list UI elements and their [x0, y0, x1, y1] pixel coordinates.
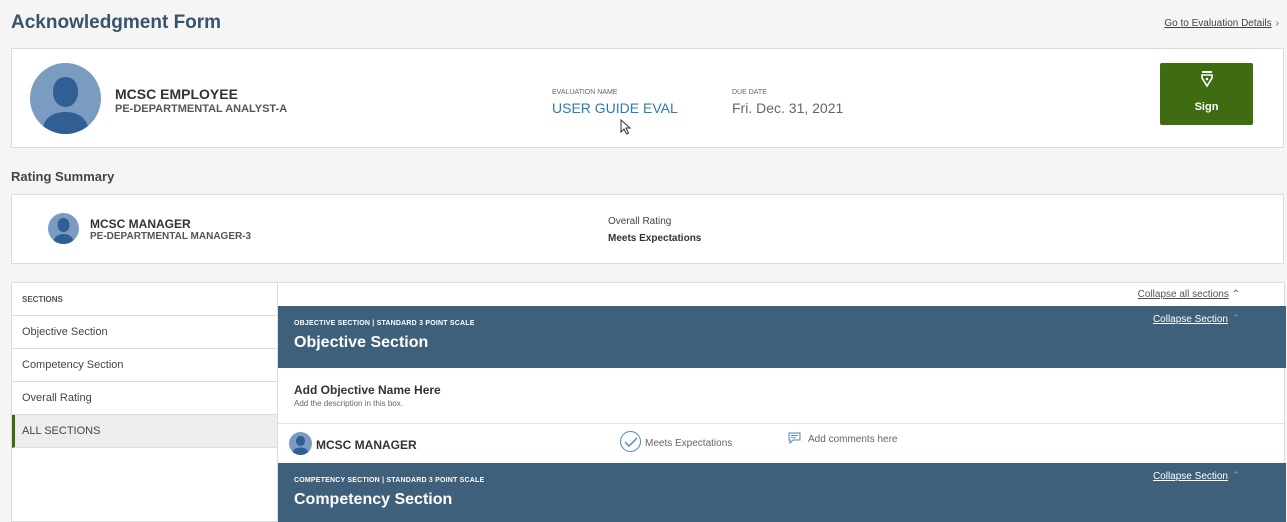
rater-avatar — [289, 432, 312, 455]
objective-rating-value: Meets Expectations — [645, 438, 733, 449]
person-icon — [42, 77, 89, 134]
collapse-all-sections-link[interactable]: Collapse all sections ⌃ — [1138, 289, 1240, 300]
collapse-competency-section-link[interactable]: Collapse Section — [1153, 471, 1228, 482]
competency-section-title: Competency Section — [294, 491, 453, 508]
objective-item-name: Add Objective Name Here — [294, 383, 441, 397]
divider — [278, 423, 1284, 424]
manager-title: PE-DEPARTMENTAL MANAGER-3 — [90, 231, 252, 242]
pen-nib-icon — [1160, 70, 1253, 93]
sign-button[interactable]: Sign — [1160, 63, 1253, 125]
sections-content: Collapse all sections ⌃ OBJECTIVE SECTIO… — [277, 282, 1286, 522]
overall-rating-value: Meets Expectations — [608, 233, 702, 244]
comment-icon — [788, 432, 801, 444]
mouse-cursor-icon — [620, 119, 632, 135]
sidebar-item-all-sections[interactable]: ALL SECTIONS — [12, 415, 277, 448]
overall-rating-label: Overall Rating — [608, 216, 672, 227]
sections-header: SECTIONS — [12, 283, 277, 316]
objective-section-subtitle: OBJECTIVE SECTION | STANDARD 3 POINT SCA… — [294, 320, 475, 327]
manager-name: MCSC MANAGER — [90, 217, 191, 231]
manager-avatar — [48, 213, 79, 244]
sidebar-item-objective-section[interactable]: Objective Section — [12, 316, 277, 349]
sign-label: Sign — [1194, 101, 1219, 113]
person-icon — [53, 218, 74, 244]
competency-section-subtitle: COMPETENCY SECTION | STANDARD 3 POINT SC… — [294, 477, 485, 484]
employee-card: MCSC EMPLOYEE PE-DEPARTMENTAL ANALYST-A … — [11, 48, 1284, 148]
objective-section-title: Objective Section — [294, 334, 429, 351]
sidebar-item-overall-rating[interactable]: Overall Rating — [12, 382, 277, 415]
due-date-value: Fri. Dec. 31, 2021 — [732, 100, 844, 116]
employee-name: MCSC EMPLOYEE — [115, 86, 238, 102]
chevron-up-icon: ⌃ — [1232, 313, 1240, 323]
chevron-up-icon: ⌃ — [1231, 289, 1240, 300]
rating-summary-card: MCSC MANAGER PE-DEPARTMENTAL MANAGER-3 O… — [11, 194, 1284, 264]
rater-name: MCSC MANAGER — [316, 438, 417, 452]
due-date-label: DUE DATE — [732, 89, 767, 96]
go-to-evaluation-details-link[interactable]: Go to Evaluation Details › — [1164, 18, 1279, 29]
rating-summary-heading: Rating Summary — [11, 169, 115, 184]
rating-check-icon[interactable] — [620, 431, 641, 452]
go-to-evaluation-details-label: Go to Evaluation Details — [1164, 18, 1272, 29]
chevron-up-icon: ⌃ — [1232, 470, 1240, 480]
collapse-all-label: Collapse all sections — [1137, 289, 1229, 300]
page-title: Acknowledgment Form — [11, 12, 222, 33]
competency-section-header: COMPETENCY SECTION | STANDARD 3 POINT SC… — [278, 463, 1286, 522]
person-icon — [292, 436, 309, 455]
sidebar-item-competency-section[interactable]: Competency Section — [12, 349, 277, 382]
employee-avatar — [30, 63, 101, 134]
collapse-objective-section-link[interactable]: Collapse Section — [1153, 314, 1228, 325]
evaluation-name-label: EVALUATION NAME — [552, 89, 618, 96]
add-comments-link[interactable]: Add comments here — [808, 434, 898, 445]
chevron-right-icon: › — [1275, 18, 1279, 29]
employee-title: PE-DEPARTMENTAL ANALYST-A — [115, 103, 288, 115]
objective-section-header: OBJECTIVE SECTION | STANDARD 3 POINT SCA… — [278, 306, 1286, 368]
sections-sidebar: SECTIONS Objective Section Competency Se… — [11, 282, 277, 522]
evaluation-name-link[interactable]: USER GUIDE EVAL — [552, 100, 678, 116]
objective-item-description: Add the description in this box. — [294, 399, 403, 408]
